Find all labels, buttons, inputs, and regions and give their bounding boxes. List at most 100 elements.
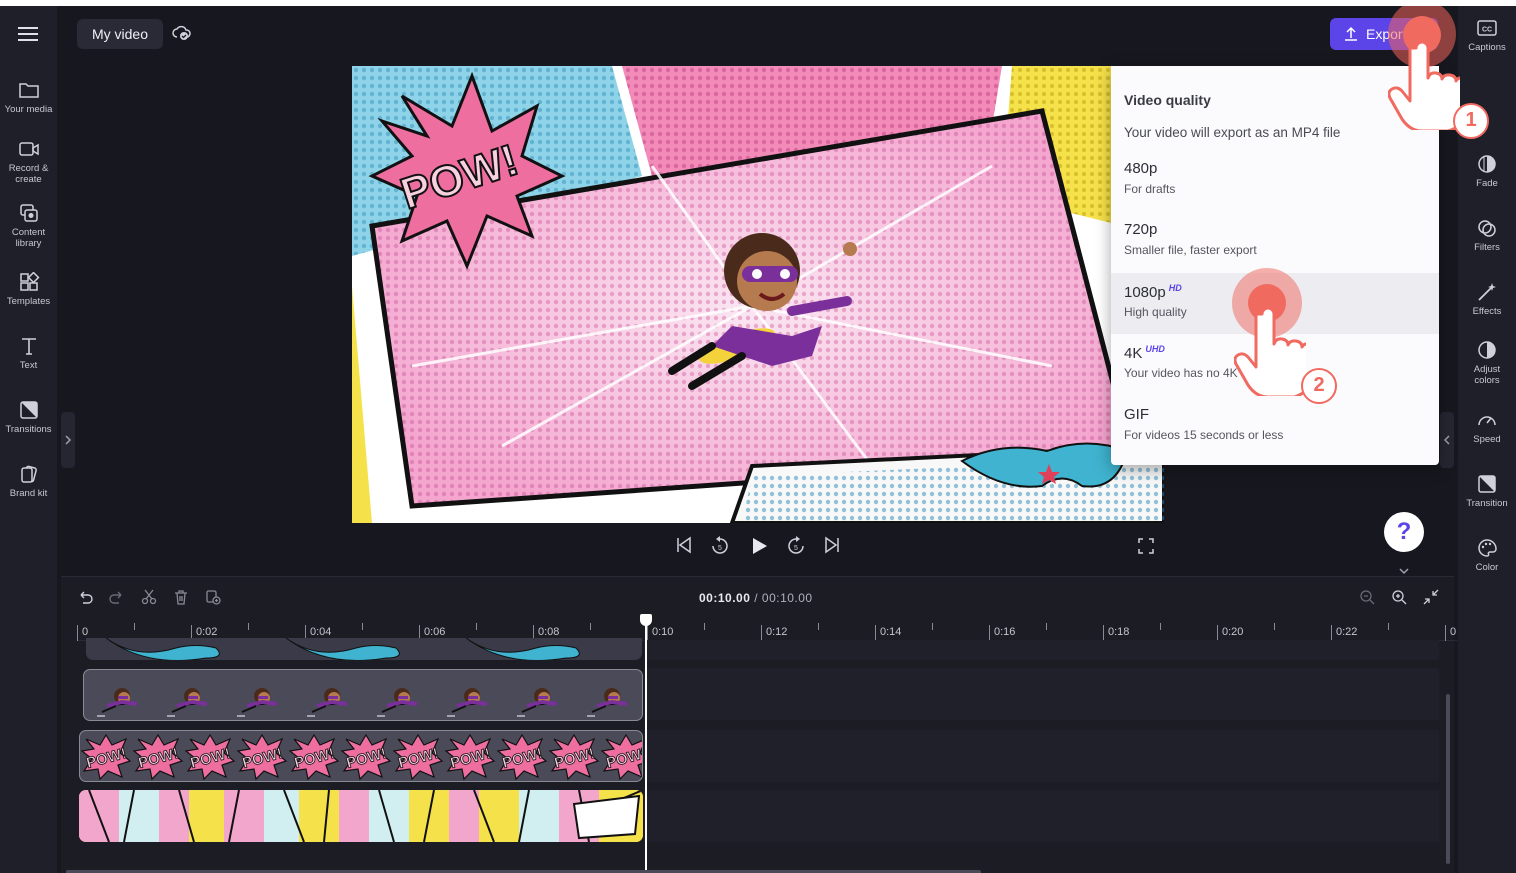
video-preview[interactable]: POW! bbox=[352, 66, 1164, 523]
sidebar-item-templates[interactable]: Templates bbox=[0, 272, 57, 307]
option-name: 720p bbox=[1124, 221, 1158, 238]
folder-icon bbox=[18, 83, 39, 98]
option-name: 480p bbox=[1124, 160, 1158, 177]
adjust-colors-icon bbox=[1478, 341, 1496, 359]
pow-thumbnail: POW! bbox=[236, 733, 288, 781]
ruler-label: 0:22 bbox=[1331, 625, 1357, 641]
playhead-handle[interactable] bbox=[640, 614, 652, 626]
quality-option-720p[interactable]: 720p Smaller file, faster export bbox=[1111, 211, 1439, 272]
help-button[interactable]: ? bbox=[1384, 512, 1424, 552]
pow-thumbnail: POW! bbox=[288, 733, 340, 781]
fit-timeline-button[interactable] bbox=[1423, 589, 1439, 610]
option-desc: Your video has no 4K m bbox=[1124, 366, 1251, 380]
sidebar-item-your-media[interactable]: Your media bbox=[0, 80, 57, 115]
ruler-label: 0:18 bbox=[1103, 625, 1129, 641]
text-icon bbox=[21, 338, 36, 355]
timeline-lane-empty[interactable] bbox=[644, 790, 1439, 842]
sidebar-item-captions[interactable]: CC Captions bbox=[1458, 18, 1516, 53]
ruler-label: 0:20 bbox=[1217, 625, 1243, 641]
ruler-label: 0:12 bbox=[761, 625, 787, 641]
sidebar-item-effects[interactable]: Effects bbox=[1458, 282, 1516, 317]
sidebar-item-adjust-colors[interactable]: Adjust colors bbox=[1458, 340, 1516, 386]
sidebar-item-transition[interactable]: Transition bbox=[1458, 474, 1516, 509]
sidebar-item-label: Record & create bbox=[8, 163, 49, 185]
sidebar-item-filters[interactable]: Filters bbox=[1458, 218, 1516, 253]
sidebar-item-label: Filters bbox=[1474, 242, 1500, 253]
sidebar-item-brand-kit[interactable]: Brand kit bbox=[0, 464, 57, 499]
right-panel-collapse-tab[interactable] bbox=[1440, 412, 1454, 468]
play-icon bbox=[753, 538, 767, 554]
sidebar-item-label: Color bbox=[1475, 562, 1499, 573]
timeline-lane-empty[interactable] bbox=[644, 730, 1439, 782]
option-desc: For videos 15 seconds or less bbox=[1124, 428, 1284, 442]
left-panel-expand-tab[interactable] bbox=[61, 412, 75, 468]
chevron-left-icon bbox=[1443, 435, 1450, 445]
vertical-scrollbar[interactable] bbox=[1446, 694, 1450, 864]
sidebar-item-content-library[interactable]: Content library bbox=[0, 203, 57, 249]
step-2-badge: 2 bbox=[1301, 368, 1337, 404]
project-title[interactable]: My video bbox=[77, 19, 163, 49]
quality-option-480p[interactable]: 480p For drafts bbox=[1111, 150, 1439, 211]
sidebar-item-label: Templates bbox=[6, 296, 51, 307]
sidebar-item-label: Text bbox=[19, 360, 38, 371]
sidebar-item-label: Transition bbox=[1466, 498, 1508, 509]
upload-icon bbox=[1345, 26, 1357, 41]
svg-text:CC: CC bbox=[1482, 27, 1492, 34]
brand-kit-icon bbox=[20, 465, 37, 483]
undo-icon bbox=[80, 591, 93, 604]
fullscreen-button[interactable] bbox=[1138, 538, 1154, 559]
zoom-in-button[interactable] bbox=[1391, 589, 1407, 610]
sidebar-item-transitions[interactable]: Transitions bbox=[0, 400, 57, 435]
playhead[interactable] bbox=[645, 616, 647, 873]
delete-button[interactable] bbox=[173, 589, 189, 610]
forward-5s-button[interactable]: 5 bbox=[786, 536, 806, 561]
quality-option-gif[interactable]: GIF For videos 15 seconds or less bbox=[1111, 396, 1439, 457]
hamburger-menu-icon[interactable] bbox=[14, 22, 42, 46]
mask-clip[interactable] bbox=[86, 638, 642, 660]
zoom-out-button[interactable] bbox=[1359, 589, 1375, 610]
sidebar-item-label: Fade bbox=[1476, 178, 1498, 189]
transitions-icon bbox=[19, 401, 38, 419]
duplicate-icon bbox=[206, 590, 221, 605]
duplicate-button[interactable] bbox=[205, 589, 221, 610]
ruler-label: 0:14 bbox=[875, 625, 901, 641]
sidebar-item-label: Your media bbox=[4, 104, 53, 115]
svg-text:5: 5 bbox=[718, 545, 722, 552]
zoom-in-icon bbox=[1392, 590, 1407, 605]
skip-to-end-button[interactable] bbox=[823, 536, 841, 559]
undo-button[interactable] bbox=[77, 589, 93, 610]
sidebar-item-text[interactable]: Text bbox=[0, 336, 57, 371]
rewind-5s-button[interactable]: 5 bbox=[710, 536, 730, 561]
sidebar-item-label: Captions bbox=[1468, 42, 1506, 53]
fade-icon bbox=[1478, 155, 1496, 173]
skip-forward-icon bbox=[825, 536, 839, 554]
pow-thumbnail: POW! bbox=[548, 733, 600, 781]
sidebar-item-record-create[interactable]: Record & create bbox=[0, 139, 57, 185]
play-button[interactable] bbox=[749, 536, 769, 561]
step-1-badge: 1 bbox=[1453, 103, 1489, 139]
split-button[interactable] bbox=[141, 589, 157, 610]
pow-thumbnail: POW! bbox=[184, 733, 236, 781]
sidebar-item-label: Speed bbox=[1473, 434, 1501, 445]
forward-icon: 5 bbox=[788, 536, 804, 554]
pow-thumbnail: POW! bbox=[132, 733, 184, 781]
sidebar-item-label: Brand kit bbox=[9, 488, 48, 499]
effects-icon bbox=[1478, 283, 1496, 301]
sidebar-item-speed[interactable]: Speed bbox=[1458, 410, 1516, 445]
ruler-label: 0 bbox=[1445, 625, 1456, 641]
pow-thumbnail: POW! bbox=[444, 733, 496, 781]
redo-button[interactable] bbox=[109, 589, 125, 610]
sidebar-item-color[interactable]: Color bbox=[1458, 538, 1516, 573]
skip-to-start-button[interactable] bbox=[675, 536, 693, 559]
transition-icon bbox=[1478, 475, 1496, 493]
comic-background-clip[interactable] bbox=[79, 790, 643, 842]
option-name: GIF bbox=[1124, 406, 1149, 423]
time-separator: / bbox=[750, 591, 762, 605]
sidebar-item-label: Content library bbox=[11, 227, 46, 249]
timeline-lane-empty[interactable] bbox=[644, 668, 1439, 720]
hero-clip[interactable] bbox=[83, 669, 643, 721]
speed-icon bbox=[1478, 416, 1496, 426]
pow-clip[interactable]: POW! POW! POW! POW! POW! POW! POW! POW! POW! POW!… bbox=[79, 730, 643, 782]
timeline-lane-empty[interactable] bbox=[644, 640, 1439, 660]
sidebar-item-fade[interactable]: Fade bbox=[1458, 154, 1516, 189]
